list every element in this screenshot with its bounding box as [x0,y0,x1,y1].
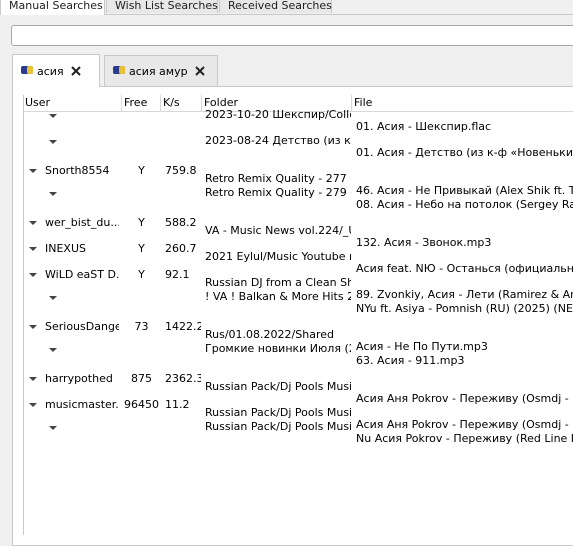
results-table: User Free K/s Folder File 2023-10-20 Шек… [23,95,573,535]
free-cell: Y [138,268,145,281]
folder-cell: Russian Pack/Dj Pools Music... [205,406,351,419]
free-cell: 875 [131,372,152,385]
search-type-tabbar: Manual Searches Wish List Searches Recei… [0,0,573,15]
expand-arrow-icon[interactable] [29,403,37,407]
column-header-user[interactable]: User [23,95,122,111]
expand-arrow-icon[interactable] [29,325,37,329]
search-tab-label: асия [37,64,64,78]
table-row[interactable]: 2023-08-24 Детство (из к... 01. Асия - Де… [23,134,573,164]
user-cell: WiLD eaST D... [45,268,119,281]
expand-arrow-icon[interactable] [49,426,57,430]
expand-arrow-icon[interactable] [29,377,37,381]
free-cell: Y [138,164,145,177]
expand-arrow-icon[interactable] [49,348,57,352]
search-status-icon [21,66,33,74]
column-header-speed[interactable]: K/s [161,95,202,111]
folder-cell: 2023-10-20 Шекспир/Colle... [205,108,351,121]
table-row[interactable]: Retro Remix Quality - 279 - ... 08. Асия … [23,186,573,216]
folder-cell: Russian Pack/Dj Pools Music... [205,380,351,393]
free-cell: Y [138,242,145,255]
folder-cell: Russian Pack/Dj Pools Music... [205,420,351,433]
folder-cell: 2021 Eylul/Music Youtube m... [205,250,351,263]
search-status-icon [113,66,125,74]
user-cell: musicmaster... [45,398,119,411]
column-header-free[interactable]: Free [122,95,161,111]
search-tab-asiya[interactable]: асия [12,54,100,87]
search-tab-label: асия амур [129,64,188,78]
free-cell: 96450 [124,398,159,411]
table-row[interactable]: INEXUS Y 260.7 2021 Eylul/Music Youtube m..… [23,242,573,275]
table-row[interactable]: Громкие новинки Июля (2... 63. Асия - 911… [23,342,573,372]
folder-cell: ! VA ! Balkan & More Hits 20... [205,290,351,303]
user-cell: INEXUS [45,242,86,255]
expand-arrow-icon[interactable] [49,296,57,300]
table-row[interactable]: Russian Pack/Dj Pools Music... Nu Асия Po… [23,420,573,450]
speed-cell: 2362.3 [165,372,201,385]
search-tab-asiya-amur[interactable]: асия амур [104,55,218,86]
search-input[interactable] [11,25,573,46]
column-header-file[interactable]: File [352,95,573,111]
folder-cell: 2023-08-24 Детство (из к... [205,134,351,147]
table-row[interactable]: ! VA ! Balkan & More Hits 20... NYu ft. A… [23,290,573,320]
table-row[interactable]: harrypothed 875 2362.3 Russian Pack/Dj Pool… [23,372,573,405]
file-cell: 63. Асия - 911.mp3 [356,354,465,367]
folder-cell: Громкие новинки Июля (2... [205,342,351,355]
close-icon[interactable] [194,65,206,77]
table-row[interactable]: wer_bist_du... Y 588.2 VA - Music News vol.… [23,216,573,249]
user-cell: wer_bist_du... [45,216,119,229]
free-cell: Y [138,216,145,229]
folder-cell: Rus/01.08.2022/Shared [205,328,334,341]
speed-cell: 1422.2 [165,320,201,333]
expand-arrow-icon[interactable] [29,221,37,225]
speed-cell: 260.7 [165,242,197,255]
user-cell: Snorth8554 [45,164,110,177]
speed-cell: 759.8 [165,164,197,177]
folder-cell: VA - Music News vol.224/_U... [205,224,351,237]
tab-received-searches[interactable]: Received Searches [219,0,332,13]
folder-cell: Russian DJ from a Clean Sh... [205,276,351,289]
expand-arrow-icon[interactable] [49,114,57,118]
file-cell: NYu ft. Asiya - Pomnish (RU) (2025) (NEw… [356,302,573,315]
free-cell: 73 [134,320,149,333]
user-cell: harrypothed [45,372,113,385]
close-icon[interactable] [70,65,82,77]
folder-cell: Retro Remix Quality - 277 - ... [205,172,351,185]
file-cell: 01. Асия - Детство (из к-ф «Новенькие. Б… [356,146,573,159]
speed-cell: 11.2 [165,398,190,411]
expand-arrow-icon[interactable] [29,169,37,173]
user-cell: SeriousDanger [45,320,119,333]
tab-manual-searches[interactable]: Manual Searches [0,0,105,15]
speed-cell: 92.1 [165,268,190,281]
file-cell: 01. Асия - Шекспир.flac [356,120,492,133]
expand-arrow-icon[interactable] [49,140,57,144]
expand-arrow-icon[interactable] [29,247,37,251]
file-cell: Nu Асия Pokrov - Переживу (Red Line Remi… [356,432,573,445]
folder-cell: Retro Remix Quality - 279 - ... [205,186,351,199]
tab-wish-list-searches[interactable]: Wish List Searches [106,0,218,13]
speed-cell: 588.2 [165,216,197,229]
expand-arrow-icon[interactable] [49,192,57,196]
expand-arrow-icon[interactable] [29,273,37,277]
file-cell: 08. Асия - Небо на потолок (Sergey Raf &… [356,198,573,211]
